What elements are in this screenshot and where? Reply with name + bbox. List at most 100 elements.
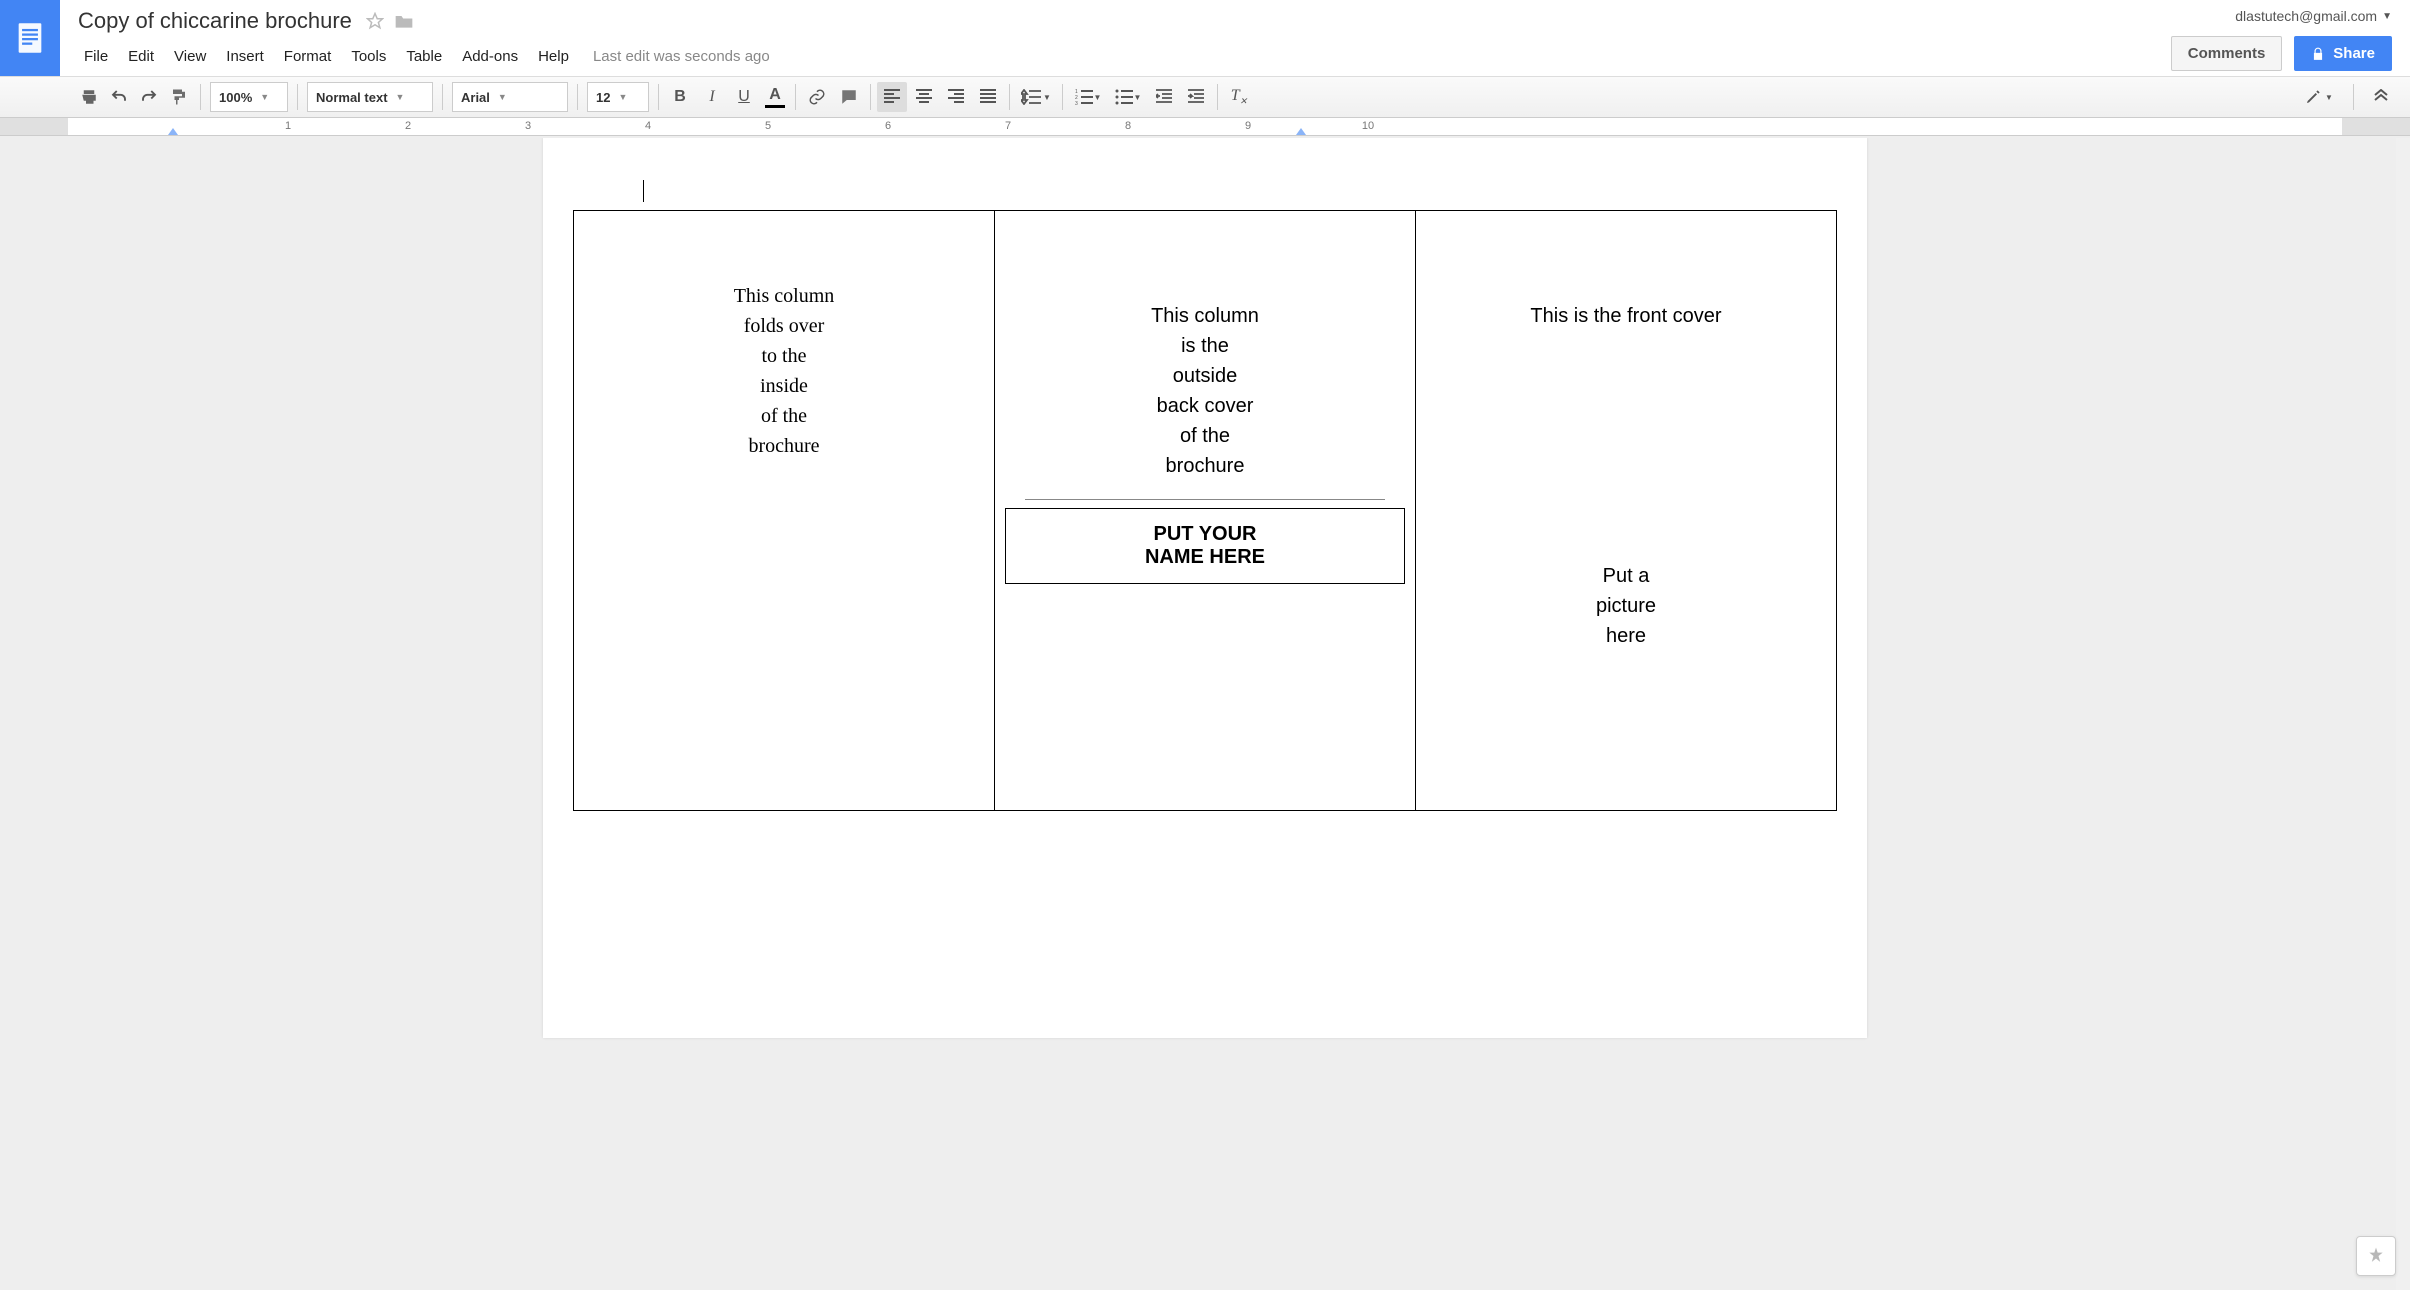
paint-roller-icon <box>170 88 188 106</box>
print-icon <box>80 88 98 106</box>
text-line: This is the front cover <box>1436 301 1816 331</box>
table-row: This column folds over to the inside of … <box>574 211 1837 811</box>
text-line: NAME HERE <box>1020 546 1390 569</box>
svg-text:3: 3 <box>1075 101 1078 105</box>
horizontal-ruler[interactable]: 1 2 3 4 5 6 7 8 9 10 <box>0 118 2410 136</box>
chevron-up-icon <box>2373 89 2389 105</box>
align-right-icon <box>948 89 964 105</box>
document-title[interactable]: Copy of chiccarine brochure <box>74 6 356 36</box>
font-select[interactable]: Arial ▼ <box>452 82 568 112</box>
zoom-value: 100% <box>219 90 252 105</box>
indent-marker-right[interactable] <box>1296 128 1306 135</box>
styles-value: Normal text <box>316 90 388 105</box>
align-justify-button[interactable] <box>973 82 1003 112</box>
comments-button[interactable]: Comments <box>2171 36 2283 71</box>
align-left-button[interactable] <box>877 82 907 112</box>
brochure-column-1[interactable]: This column folds over to the inside of … <box>574 211 995 811</box>
caret-down-icon: ▼ <box>498 92 507 102</box>
font-size-select[interactable]: 12 ▼ <box>587 82 649 112</box>
brochure-column-3[interactable]: This is the front cover Put a picture he… <box>1416 211 1837 811</box>
caret-down-icon: ▼ <box>618 92 627 102</box>
text-line: brochure <box>1015 451 1395 481</box>
header-buttons: Comments Share <box>2171 36 2392 71</box>
column-text[interactable]: This column folds over to the inside of … <box>594 281 974 461</box>
menu-file[interactable]: File <box>74 42 118 71</box>
ruler-scale: 1 2 3 4 5 6 7 8 9 10 <box>72 118 2338 135</box>
increase-indent-button[interactable] <box>1181 82 1211 112</box>
collapse-toolbar-button[interactable] <box>2366 82 2396 112</box>
brochure-column-2[interactable]: This column is the outside back cover of… <box>995 211 1416 811</box>
italic-button[interactable]: I <box>697 82 727 112</box>
bulleted-list-button[interactable]: ▼ <box>1109 82 1147 112</box>
bulleted-list-icon <box>1115 89 1133 105</box>
text-cursor <box>643 180 644 202</box>
bold-button[interactable]: B <box>665 82 695 112</box>
star-icon[interactable] <box>366 12 384 30</box>
menu-help[interactable]: Help <box>528 42 579 71</box>
account-menu[interactable]: dlastutech@gmail.com ▼ <box>2235 8 2392 24</box>
brochure-table[interactable]: This column folds over to the inside of … <box>573 210 1837 811</box>
menu-format[interactable]: Format <box>274 42 342 71</box>
menu-insert[interactable]: Insert <box>216 42 274 71</box>
pencil-icon <box>2305 89 2321 105</box>
numbered-list-button[interactable]: 123 ▼ <box>1069 82 1107 112</box>
docs-logo[interactable] <box>0 0 60 76</box>
line-spacing-button[interactable]: ▼ <box>1016 82 1056 112</box>
undo-icon <box>110 88 128 106</box>
text-line: here <box>1436 621 1816 651</box>
paint-format-button[interactable] <box>164 82 194 112</box>
align-center-button[interactable] <box>909 82 939 112</box>
align-group <box>877 82 1003 112</box>
separator <box>795 84 796 110</box>
share-button[interactable]: Share <box>2294 36 2392 71</box>
styles-select[interactable]: Normal text ▼ <box>307 82 433 112</box>
comment-button[interactable] <box>834 82 864 112</box>
link-button[interactable] <box>802 82 832 112</box>
decrease-indent-button[interactable] <box>1149 82 1179 112</box>
last-edit-text[interactable]: Last edit was seconds ago <box>593 48 770 65</box>
vertical-scrollbar[interactable] <box>2396 138 2410 1290</box>
menu-edit[interactable]: Edit <box>118 42 164 71</box>
clear-formatting-button[interactable]: T✕ <box>1224 82 1254 112</box>
name-box[interactable]: PUT YOUR NAME HERE <box>1005 508 1405 584</box>
document-page[interactable]: This column folds over to the inside of … <box>543 138 1867 1038</box>
lock-icon <box>2311 47 2325 61</box>
text-line: This column <box>1015 301 1395 331</box>
align-left-icon <box>884 89 900 105</box>
ruler-mark: 10 <box>1362 120 1374 132</box>
text-line: PUT YOUR <box>1020 523 1390 546</box>
toolbar: 100% ▼ Normal text ▼ Arial ▼ 12 ▼ B I U … <box>0 76 2410 118</box>
menu-table[interactable]: Table <box>396 42 452 71</box>
column-text[interactable]: This column is the outside back cover of… <box>1015 301 1395 481</box>
folder-icon[interactable] <box>394 12 414 30</box>
editing-mode-button[interactable]: ▼ <box>2297 82 2341 112</box>
underline-button[interactable]: U <box>729 82 759 112</box>
text-color-button[interactable]: A <box>761 82 789 112</box>
divider <box>1025 499 1385 500</box>
menu-view[interactable]: View <box>164 42 216 71</box>
decrease-indent-icon <box>1156 89 1172 105</box>
column-text[interactable]: This is the front cover Put a picture he… <box>1436 301 1816 651</box>
menu-tools[interactable]: Tools <box>341 42 396 71</box>
separator <box>1062 84 1063 110</box>
link-icon <box>808 88 826 106</box>
app-header: Copy of chiccarine brochure File Edit Vi… <box>0 0 2410 76</box>
comment-icon <box>840 88 858 106</box>
separator <box>658 84 659 110</box>
ruler-mark: 1 <box>285 120 291 132</box>
undo-button[interactable] <box>104 82 134 112</box>
explore-button[interactable] <box>2356 1236 2396 1276</box>
separator <box>1009 84 1010 110</box>
align-right-button[interactable] <box>941 82 971 112</box>
print-button[interactable] <box>74 82 104 112</box>
text-line: inside <box>594 371 974 401</box>
text-line: brochure <box>594 431 974 461</box>
redo-button[interactable] <box>134 82 164 112</box>
ruler-mark: 2 <box>405 120 411 132</box>
zoom-select[interactable]: 100% ▼ <box>210 82 288 112</box>
menu-addons[interactable]: Add-ons <box>452 42 528 71</box>
document-scroll-area[interactable]: This column folds over to the inside of … <box>0 138 2410 1290</box>
indent-marker-left[interactable] <box>168 128 178 135</box>
separator <box>2353 84 2354 110</box>
caret-down-icon: ▼ <box>1134 93 1142 102</box>
